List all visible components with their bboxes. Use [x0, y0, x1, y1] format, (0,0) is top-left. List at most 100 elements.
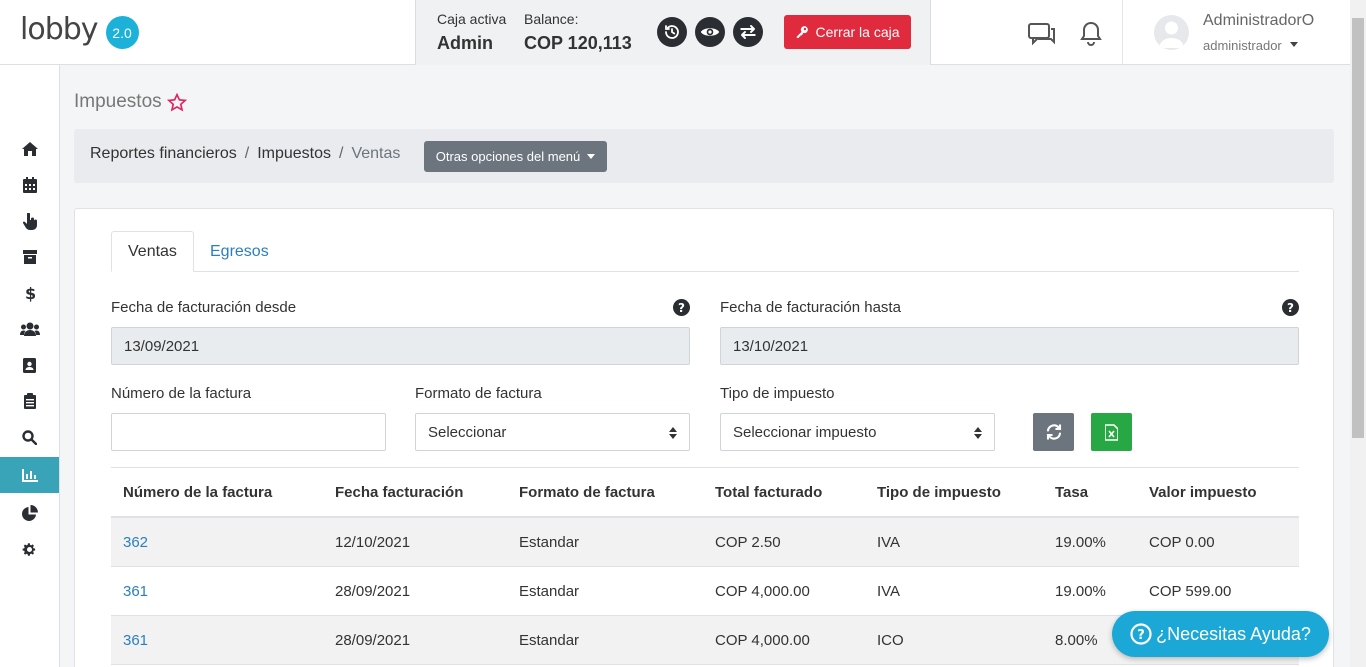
cell-tax-type: IVA: [877, 534, 901, 551]
notifications-button[interactable]: [1080, 20, 1102, 51]
date-to-label: Fecha de facturación hasta: [720, 299, 901, 316]
history-icon: [665, 25, 679, 39]
invoice-format-value: Seleccionar: [428, 423, 507, 441]
messages-button[interactable]: [1027, 22, 1057, 51]
sidebar-item-archive[interactable]: [0, 239, 59, 275]
star-icon[interactable]: [166, 92, 187, 112]
sidebar-item-finance[interactable]: $: [0, 275, 59, 311]
svg-text:?: ?: [1287, 301, 1294, 315]
pie-chart-icon: [22, 504, 38, 521]
cell-billing-date: 28/09/2021: [335, 632, 411, 649]
breadcrumb-separator: /: [339, 145, 344, 162]
tax-type-label: Tipo de impuesto: [720, 385, 835, 402]
sidebar-item-calendar[interactable]: [0, 167, 59, 203]
help-icon[interactable]: ?: [673, 299, 690, 316]
column-header-total-billed[interactable]: Total facturado: [715, 484, 822, 501]
page-scrollbar[interactable]: [1350, 0, 1366, 667]
invoice-format-label: Formato de factura: [415, 385, 542, 402]
column-header-rate[interactable]: Tasa: [1055, 484, 1088, 501]
tab-expenses[interactable]: Egresos: [194, 231, 285, 272]
invoice-link[interactable]: 362: [123, 534, 148, 551]
sidebar-item-contacts[interactable]: [0, 347, 59, 383]
page-title-text: Impuestos: [74, 91, 162, 112]
breadcrumb-trail: Reportes financieros / Impuestos / Ventas: [90, 145, 400, 163]
help-icon[interactable]: ?: [1282, 299, 1299, 316]
dollar-icon: $: [25, 285, 35, 302]
archive-icon: [22, 250, 37, 264]
user-menu[interactable]: AdministradorO administrador: [1122, 0, 1350, 65]
exchange-icon: [740, 25, 756, 39]
hand-pointer-icon: [22, 212, 37, 230]
sidebar-item-statistics[interactable]: [0, 495, 59, 531]
transfer-button[interactable]: [733, 17, 763, 47]
cash-register-panel: Caja activa Admin Balance: COP 120,113 C…: [415, 0, 931, 65]
cell-tax-type: IVA: [877, 583, 901, 600]
tax-type-select[interactable]: Seleccionar impuesto: [720, 413, 995, 451]
help-chat-button[interactable]: ? ¿Necesitas Ayuda?: [1112, 611, 1329, 657]
active-cash-label: Caja activa: [437, 11, 507, 27]
active-cash-value: Admin: [437, 33, 493, 53]
other-menu-options-button[interactable]: Otras opciones del menú: [424, 141, 607, 172]
export-excel-button[interactable]: [1091, 413, 1132, 451]
balance-label: Balance:: [524, 11, 579, 27]
clipboard-icon: [23, 393, 36, 409]
breadcrumb-item-taxes[interactable]: Impuestos: [257, 145, 331, 162]
home-icon: [21, 142, 38, 156]
cell-tax-type: ICO: [877, 632, 904, 649]
users-icon: [19, 322, 40, 336]
page-title: Impuestos: [74, 91, 187, 113]
invoice-link[interactable]: 361: [123, 583, 148, 600]
address-book-icon: [23, 357, 36, 373]
sidebar-item-search[interactable]: [0, 419, 59, 455]
report-tabs: Ventas Egresos: [111, 231, 1299, 272]
chart-bar-icon: [21, 468, 38, 482]
invoice-number-input[interactable]: [111, 413, 386, 451]
tab-sales[interactable]: Ventas: [111, 231, 194, 272]
sidebar-item-users[interactable]: [0, 311, 59, 347]
history-button[interactable]: [657, 17, 687, 47]
svg-text:$: $: [25, 285, 35, 302]
app-logo[interactable]: lobby 2.0: [20, 14, 139, 49]
breadcrumb-item-financial-reports[interactable]: Reportes financieros: [90, 145, 237, 162]
sidebar-item-tasks[interactable]: [0, 383, 59, 419]
chevron-down-icon: [587, 154, 596, 159]
select-arrows-icon: [669, 427, 677, 439]
refresh-icon: [1046, 424, 1061, 440]
column-header-invoice-number[interactable]: Número de la factura: [123, 484, 272, 501]
avatar: [1154, 15, 1189, 50]
column-header-tax-value[interactable]: Valor impuesto: [1149, 484, 1257, 501]
column-header-billing-date[interactable]: Fecha facturación: [335, 484, 463, 501]
gear-icon: [22, 542, 36, 556]
bell-icon: [1080, 21, 1102, 47]
scrollbar-thumb[interactable]: [1352, 18, 1364, 438]
help-chat-label: ¿Necesitas Ayuda?: [1156, 623, 1311, 644]
date-from-field[interactable]: 13/09/2021: [111, 327, 690, 365]
table-row: 362 12/10/2021 Estandar COP 2.50 IVA 19.…: [111, 518, 1299, 567]
svg-text:?: ?: [1137, 628, 1145, 643]
chat-icon: [1028, 23, 1055, 46]
date-to-field[interactable]: 13/10/2021: [720, 327, 1299, 365]
breadcrumb: Reportes financieros / Impuestos / Ventas Ot…: [74, 129, 1334, 183]
sidebar-item-pointer[interactable]: [0, 203, 59, 239]
cell-billing-date: 28/09/2021: [335, 583, 411, 600]
top-header: lobby 2.0 Caja activa Admin Balance: COP…: [0, 0, 1350, 65]
cell-invoice-format: Estandar: [519, 632, 580, 649]
sidebar-item-home[interactable]: [0, 131, 59, 167]
column-header-tax-type[interactable]: Tipo de impuesto: [877, 484, 1001, 501]
view-button[interactable]: [695, 17, 725, 47]
close-cash-label: Cerrar la caja: [815, 24, 900, 40]
cell-tax-value: COP 0.00: [1149, 534, 1215, 551]
cell-tax-value: COP 599.00: [1149, 583, 1232, 600]
sidebar-item-settings[interactable]: [0, 531, 59, 567]
sidebar-item-reports[interactable]: [0, 457, 59, 493]
close-cash-button[interactable]: Cerrar la caja: [784, 15, 911, 49]
cell-total-billed: COP 4,000.00: [715, 583, 810, 600]
invoice-format-select[interactable]: Seleccionar: [415, 413, 690, 451]
table-header: Número de la factura Fecha facturación F…: [111, 467, 1299, 518]
column-header-invoice-format[interactable]: Formato de factura: [519, 484, 655, 501]
invoice-link[interactable]: 361: [123, 632, 148, 649]
table-row: 361 28/09/2021 Estandar COP 4,000.00 IVA…: [111, 567, 1299, 616]
refresh-button[interactable]: [1033, 413, 1074, 451]
tax-report-card: Ventas Egresos Fecha de facturación desd…: [74, 208, 1334, 667]
date-from-label: Fecha de facturación desde: [111, 299, 297, 316]
